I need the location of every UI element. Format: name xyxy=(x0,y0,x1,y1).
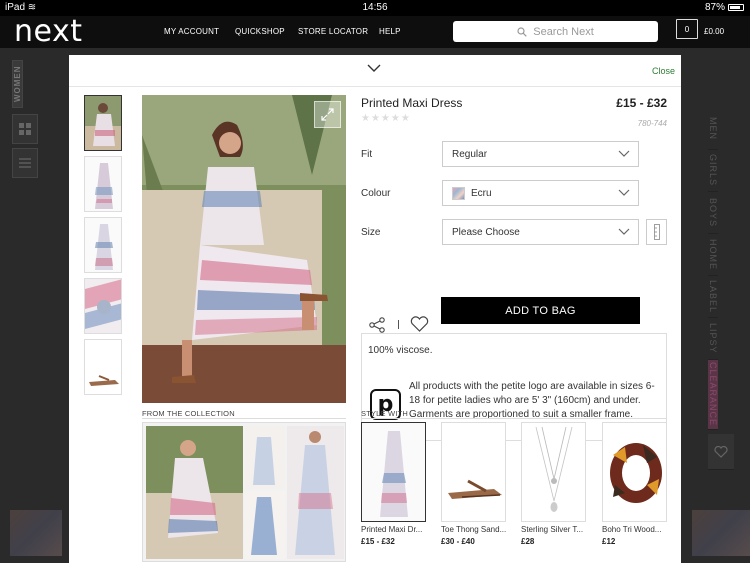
chevron-down-icon xyxy=(618,228,630,235)
expand-icon xyxy=(321,108,334,121)
style-item-image xyxy=(361,422,426,522)
tab-home[interactable]: HOME xyxy=(708,234,718,276)
department-tabs: MEN GIRLS BOYS HOME LABEL LIPSY CLEARANC… xyxy=(708,108,734,470)
size-label: Size xyxy=(361,227,381,238)
petite-info-text: All products with the petite logo are av… xyxy=(409,381,655,420)
product-code: 780-744 xyxy=(637,119,667,128)
ruler-icon xyxy=(653,224,660,240)
tab-lipsy[interactable]: LIPSY xyxy=(708,318,718,360)
style-with-heading: STYLE WITH xyxy=(361,409,409,418)
style-item-image xyxy=(441,422,506,522)
collection-image[interactable] xyxy=(142,422,346,562)
fit-value: Regular xyxy=(452,148,488,160)
colour-select[interactable]: Ecru xyxy=(442,180,639,206)
size-value: Please Choose xyxy=(452,226,520,238)
bag-total: £0.00 xyxy=(704,27,725,36)
quickshop-modal: Close FROM THE COLLECTION Printed Maxi D… xyxy=(69,55,681,563)
style-item-image xyxy=(521,422,586,522)
nav-help[interactable]: HELP xyxy=(379,27,401,36)
from-collection-heading: FROM THE COLLECTION xyxy=(142,409,235,418)
status-bar: iPad ≋ 14:56 87% xyxy=(0,0,750,16)
tab-clearance[interactable]: CLEARANCE xyxy=(708,360,718,430)
background-product-thumb xyxy=(692,510,750,556)
product-title: Printed Maxi Dress xyxy=(361,96,463,110)
style-item[interactable]: Toe Thong Sand... £30 - £40 xyxy=(441,422,506,546)
modal-header: Close xyxy=(69,55,681,87)
site-header: next MY ACCOUNT QUICKSHOP STORE LOCATOR … xyxy=(0,14,750,49)
tab-boys[interactable]: BOYS xyxy=(708,192,718,234)
search-placeholder: Search Next xyxy=(533,25,594,38)
style-item-image xyxy=(602,422,667,522)
thumbnail-4[interactable] xyxy=(84,278,122,334)
collection-divider xyxy=(142,418,346,419)
image-thumbnails xyxy=(84,95,122,400)
fabric-text: 100% viscose. xyxy=(368,345,433,356)
next-logo[interactable]: next xyxy=(14,14,82,49)
chevron-down-icon[interactable] xyxy=(367,64,381,73)
size-select[interactable]: Please Choose xyxy=(442,219,639,245)
chevron-down-icon xyxy=(618,150,630,157)
star-rating[interactable]: ★★★★★ xyxy=(361,113,411,124)
tab-girls[interactable]: GIRLS xyxy=(708,150,718,192)
close-button[interactable]: Close xyxy=(652,66,675,76)
style-item-name: Sterling Silver T... xyxy=(521,525,584,534)
expand-image-button[interactable] xyxy=(314,101,341,128)
size-guide-button[interactable] xyxy=(646,219,667,245)
add-to-bag-button[interactable]: ADD TO BAG xyxy=(441,297,640,324)
colour-swatch xyxy=(452,186,465,200)
battery-status: 87% xyxy=(705,2,744,13)
style-with-divider xyxy=(361,418,667,419)
thumbnail-1[interactable] xyxy=(84,95,122,151)
fit-select[interactable]: Regular xyxy=(442,141,639,167)
fit-label: Fit xyxy=(361,149,373,160)
tab-label[interactable]: LABEL xyxy=(708,276,718,318)
style-item[interactable]: Sterling Silver T... £28 xyxy=(521,422,586,546)
women-tab[interactable]: WOMEN xyxy=(12,60,23,108)
thumbnail-5[interactable] xyxy=(84,339,122,395)
nav-quickshop[interactable]: QUICKSHOP xyxy=(235,27,285,36)
chevron-down-icon xyxy=(618,189,630,196)
shopping-bag-button[interactable]: 0 xyxy=(676,19,698,39)
search-icon xyxy=(517,26,527,37)
search-input[interactable]: Search Next xyxy=(453,21,658,42)
tab-men[interactable]: MEN xyxy=(708,108,718,150)
bag-count: 0 xyxy=(684,24,690,34)
style-item[interactable]: Boho Tri Wood... £12 xyxy=(602,422,667,546)
background-product-thumb xyxy=(10,510,62,556)
colour-label: Colour xyxy=(361,188,391,199)
style-item-name: Toe Thong Sand... xyxy=(441,525,506,534)
nav-store-locator[interactable]: STORE LOCATOR xyxy=(298,27,368,36)
clock: 14:56 xyxy=(362,2,388,13)
style-with-list: Printed Maxi Dr... £15 - £32 Toe Thong S… xyxy=(361,422,667,562)
thumbnail-3[interactable] xyxy=(84,217,122,273)
style-item-price: £12 xyxy=(602,537,616,546)
favourites-heart-icon[interactable] xyxy=(708,434,734,470)
nav-my-account[interactable]: MY ACCOUNT xyxy=(164,27,219,36)
left-sidebar: WOMEN xyxy=(12,60,38,182)
action-divider xyxy=(398,320,399,329)
colour-value: Ecru xyxy=(471,187,492,199)
product-price: £15 - £32 xyxy=(616,96,667,110)
list-view-icon[interactable] xyxy=(12,148,38,178)
style-item-name: Boho Tri Wood... xyxy=(602,525,662,534)
style-item-price: £15 - £32 xyxy=(361,537,395,546)
style-item[interactable]: Printed Maxi Dr... £15 - £32 xyxy=(361,422,426,546)
thumbnail-2[interactable] xyxy=(84,156,122,212)
style-item-name: Printed Maxi Dr... xyxy=(361,525,423,534)
battery-icon xyxy=(728,4,744,11)
main-product-image[interactable] xyxy=(142,95,346,403)
style-item-price: £28 xyxy=(521,537,535,546)
grid-view-icon[interactable] xyxy=(12,114,38,144)
style-item-price: £30 - £40 xyxy=(441,537,475,546)
